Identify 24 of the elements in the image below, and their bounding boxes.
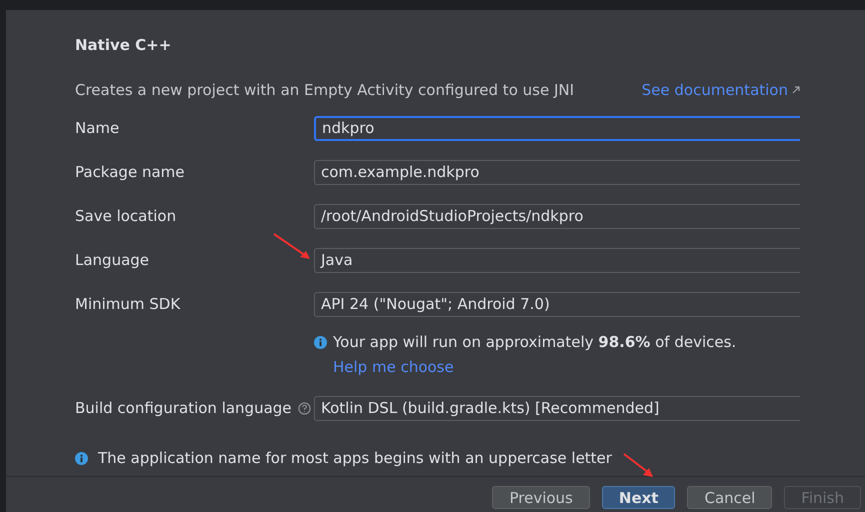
dialog-button[interactable]: Cancel xyxy=(687,486,772,508)
dialog-button[interactable]: Next xyxy=(602,486,676,508)
dialog-button[interactable]: Previous xyxy=(492,486,590,508)
text-field[interactable]: ndkpro xyxy=(314,116,800,141)
external-link-icon xyxy=(792,86,800,94)
info-icon xyxy=(314,336,327,349)
text-field[interactable]: API 24 ("Nougat"; Android 7.0) xyxy=(314,292,800,317)
help-icon[interactable] xyxy=(298,402,311,415)
field-label: Language xyxy=(75,250,150,272)
field-label: Minimum SDK xyxy=(75,294,182,316)
section-title: Native C++ xyxy=(75,35,172,56)
text-field[interactable]: Java xyxy=(314,248,800,273)
info-icon xyxy=(75,452,88,465)
field-label: Package name xyxy=(75,162,186,184)
text-field[interactable]: /root/AndroidStudioProjects/ndkpro xyxy=(314,204,800,229)
sdk-coverage-text: Your app will run on approximately 98.6% of devices. xyxy=(333,332,736,353)
field-label: Name xyxy=(75,118,120,140)
text-field[interactable]: Kotlin DSL (build.gradle.kts) [Recommended] xyxy=(314,396,800,421)
text-field[interactable]: com.example.ndkpro xyxy=(314,160,800,185)
hint-text: The application name for most apps begins with an uppercase letter xyxy=(98,448,612,469)
field-label: Save location xyxy=(75,206,178,228)
annotation-arrow xyxy=(622,452,656,480)
description-text: Creates a new project with an Empty Activity configured to use JNI xyxy=(75,80,574,100)
field-label: Build configuration language xyxy=(75,398,292,420)
